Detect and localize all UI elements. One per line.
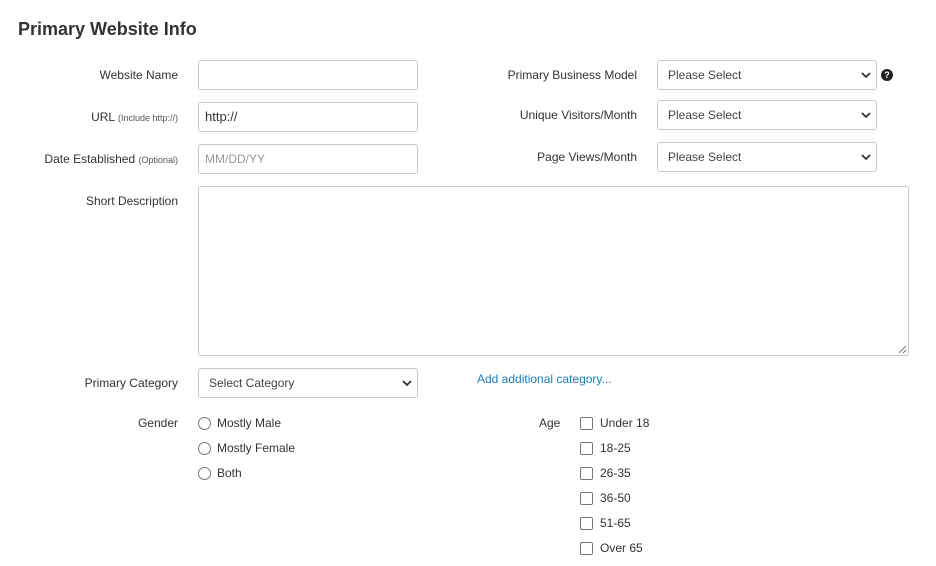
primary-category-select[interactable]: Select Category: [198, 368, 418, 398]
date-established-label: Date Established (Optional): [44, 152, 178, 166]
add-category-link[interactable]: Add additional category...: [477, 372, 612, 386]
page-views-label: Page Views/Month: [537, 150, 637, 164]
short-description-label: Short Description: [85, 194, 178, 208]
chevron-down-icon: [861, 112, 871, 119]
chevron-down-icon: [861, 154, 871, 161]
short-description-textarea[interactable]: [198, 186, 909, 356]
age-checkbox-36-50[interactable]: [580, 492, 593, 505]
age-checkbox-under-18[interactable]: [580, 417, 593, 430]
gender-option-label: Both: [217, 466, 242, 480]
age-option-label: Over 65: [600, 541, 643, 555]
date-established-label-text: Date Established: [44, 152, 136, 166]
primary-category-selected: Select Category: [209, 376, 295, 390]
age-option-label: 51-65: [600, 516, 631, 530]
section-title: Primary Website Info: [18, 19, 197, 39]
chevron-down-icon: [402, 380, 412, 387]
gender-option-label: Mostly Male: [217, 416, 282, 430]
primary-category-label: Primary Category: [84, 376, 178, 390]
age-checkbox-over-65[interactable]: [580, 542, 593, 555]
resize-grip-icon[interactable]: [898, 345, 907, 354]
date-established-hint: (Optional): [138, 155, 178, 165]
age-checkbox-51-65[interactable]: [580, 517, 593, 530]
age-option-label: 36-50: [600, 491, 631, 505]
age-checkbox-18-25[interactable]: [580, 442, 593, 455]
gender-option-label: Mostly Female: [217, 441, 296, 455]
business-model-label: Primary Business Model: [507, 68, 637, 82]
url-label: URL (Include http://): [91, 110, 178, 124]
page-views-select[interactable]: Please Select: [657, 142, 877, 172]
age-option-label: Under 18: [600, 416, 650, 430]
age-checkbox-26-35[interactable]: [580, 467, 593, 480]
url-hint: (Include http://): [117, 113, 178, 123]
gender-radio-both[interactable]: [198, 467, 211, 480]
age-option-label: 26-35: [600, 466, 631, 480]
help-icon[interactable]: ?: [881, 69, 893, 81]
date-placeholder: MM/DD/YY: [205, 152, 265, 166]
website-name-label: Website Name: [100, 68, 178, 82]
age-option-label: 18-25: [600, 441, 631, 455]
url-label-text: URL: [91, 110, 115, 124]
age-label: Age: [539, 416, 561, 430]
chevron-down-icon: [861, 72, 871, 79]
unique-visitors-label: Unique Visitors/Month: [519, 108, 637, 122]
business-model-select[interactable]: Please Select: [657, 60, 877, 90]
page-views-selected: Please Select: [668, 150, 742, 164]
url-input[interactable]: http://: [198, 102, 418, 132]
gender-label: Gender: [137, 416, 178, 430]
gender-radio-mostly-male[interactable]: [198, 417, 211, 430]
website-name-input[interactable]: [198, 60, 418, 90]
website-name-label-text: Website Name: [99, 68, 178, 82]
date-established-input[interactable]: MM/DD/YY: [198, 144, 418, 174]
unique-visitors-selected: Please Select: [668, 108, 742, 122]
gender-radio-mostly-female[interactable]: [198, 442, 211, 455]
business-model-selected: Please Select: [668, 68, 742, 82]
unique-visitors-select[interactable]: Please Select: [657, 100, 877, 130]
